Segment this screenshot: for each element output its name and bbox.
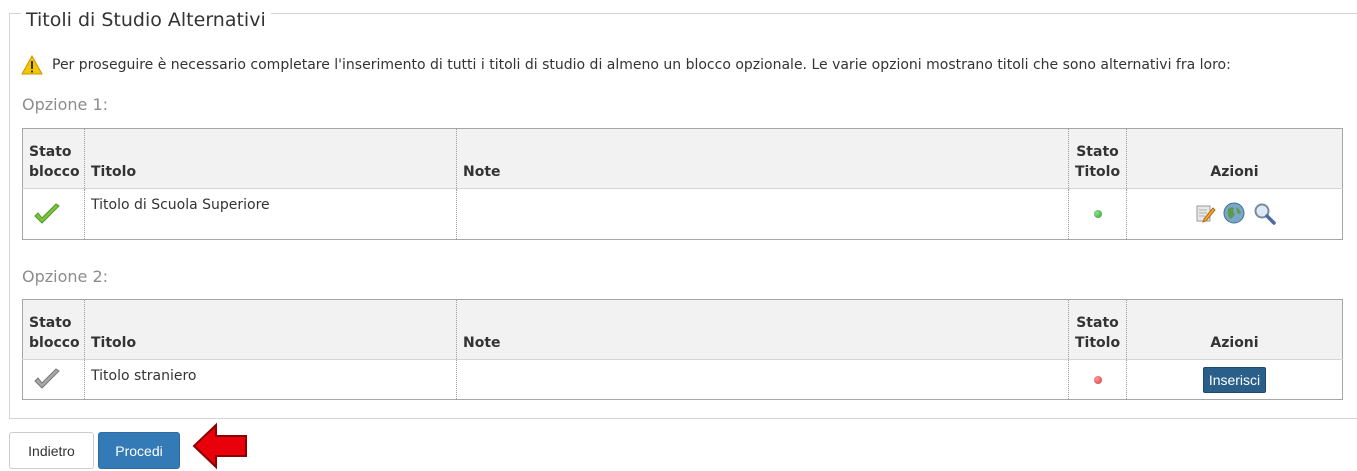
col-stato-titolo: Stato Titolo xyxy=(1068,299,1127,360)
table-row: Titolo straniero Inserisci xyxy=(23,359,1343,400)
col-titolo: Titolo xyxy=(84,128,457,189)
table-header-row: Stato blocco Titolo Note Stato Titolo Azio… xyxy=(22,299,1343,360)
option-1-table: Stato blocco Titolo Note Stato Titolo Azio… xyxy=(22,128,1343,240)
notice-text: Per proseguire è necessario completare l… xyxy=(52,57,1231,73)
col-stato-blocco: Stato blocco xyxy=(22,299,85,360)
col-titolo: Titolo xyxy=(84,299,457,360)
block-status-cell xyxy=(23,189,85,240)
option-2-label: Opzione 2: xyxy=(22,267,109,286)
title-status-cell xyxy=(1068,188,1127,240)
option-1-label: Opzione 1: xyxy=(22,95,109,114)
actions-cell xyxy=(1126,188,1343,240)
block-status-cell xyxy=(23,360,85,400)
title-cell: Titolo di Scuola Superiore xyxy=(84,188,457,240)
status-green-dot-icon xyxy=(1093,210,1102,218)
proceed-button[interactable]: Procedi xyxy=(98,432,180,469)
section-title: Titoli di Studio Alternativi xyxy=(21,7,271,33)
col-azioni: Azioni xyxy=(1126,299,1343,360)
note-cell xyxy=(456,188,1069,240)
actions-cell: Inserisci xyxy=(1126,359,1343,400)
col-note: Note xyxy=(456,128,1069,189)
table-header-row: Stato blocco Titolo Note Stato Titolo Azio… xyxy=(22,128,1343,189)
back-button[interactable]: Indietro xyxy=(9,432,94,469)
title-cell: Titolo straniero xyxy=(84,359,457,400)
note-cell xyxy=(456,359,1069,400)
table-row: Titolo di Scuola Superiore xyxy=(23,188,1343,240)
check-grey-icon xyxy=(34,367,60,389)
check-green-icon xyxy=(34,203,60,224)
red-arrow-annotation xyxy=(192,422,247,470)
col-stato-blocco: Stato blocco xyxy=(22,128,85,189)
edit-icon[interactable] xyxy=(1194,202,1216,224)
col-stato-titolo: Stato Titolo xyxy=(1068,128,1127,189)
option-2-table: Stato blocco Titolo Note Stato Titolo Azio… xyxy=(22,299,1343,400)
globe-icon[interactable] xyxy=(1222,201,1246,225)
search-icon[interactable] xyxy=(1252,201,1276,225)
col-azioni: Azioni xyxy=(1126,128,1343,189)
title-status-cell xyxy=(1068,359,1127,400)
status-red-dot-icon xyxy=(1093,375,1102,384)
notice-message: Per proseguire è necessario completare l… xyxy=(21,54,1231,76)
col-note: Note xyxy=(456,299,1069,360)
insert-button[interactable]: Inserisci xyxy=(1202,366,1267,393)
warning-icon xyxy=(21,55,43,75)
